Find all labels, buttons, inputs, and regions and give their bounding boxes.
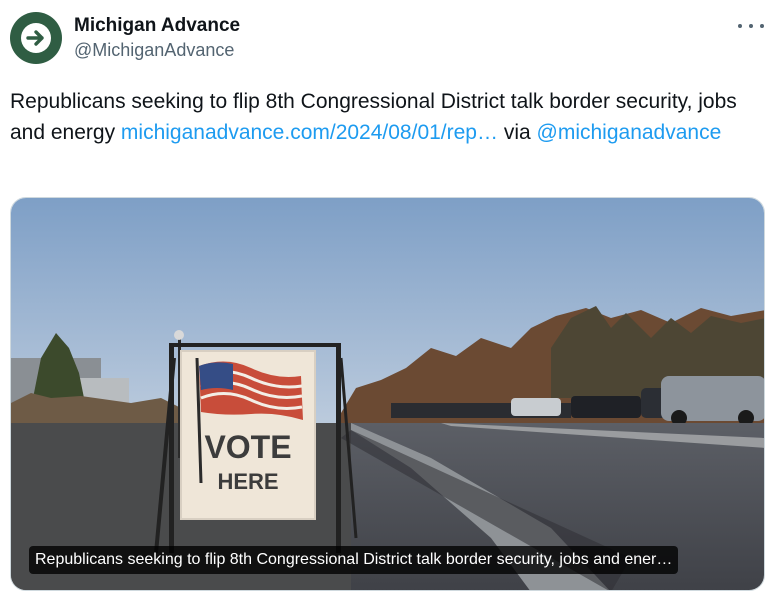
mention-link[interactable]: @michiganadvance [537,121,722,144]
more-horizontal-icon [738,24,742,28]
more-horizontal-icon [760,24,764,28]
author-names: Michigan Advance @MichiganAdvance [74,14,240,62]
more-options-button[interactable] [738,16,764,36]
author-handle[interactable]: @MichiganAdvance [74,38,240,62]
more-horizontal-icon [749,24,753,28]
author-display-name[interactable]: Michigan Advance [74,14,240,38]
sign-vote-text: VOTE [204,429,291,465]
tweet-text: Republicans seeking to flip 8th Congress… [10,86,760,148]
link-card-media[interactable]: VOTE HERE Republicans seeking to flip 8t… [10,197,765,591]
tweet-header: Michigan Advance @MichiganAdvance [10,12,768,68]
link-card-caption: Republicans seeking to flip 8th Congress… [29,546,679,574]
tweet-via-text: via [498,121,537,144]
article-link[interactable]: michiganadvance.com/2024/08/01/rep… [121,121,498,144]
sign-here-text: HERE [217,469,278,494]
avatar[interactable] [10,12,62,64]
arrow-right-circle-icon [21,23,51,53]
vote-here-photo: VOTE HERE [11,198,764,590]
